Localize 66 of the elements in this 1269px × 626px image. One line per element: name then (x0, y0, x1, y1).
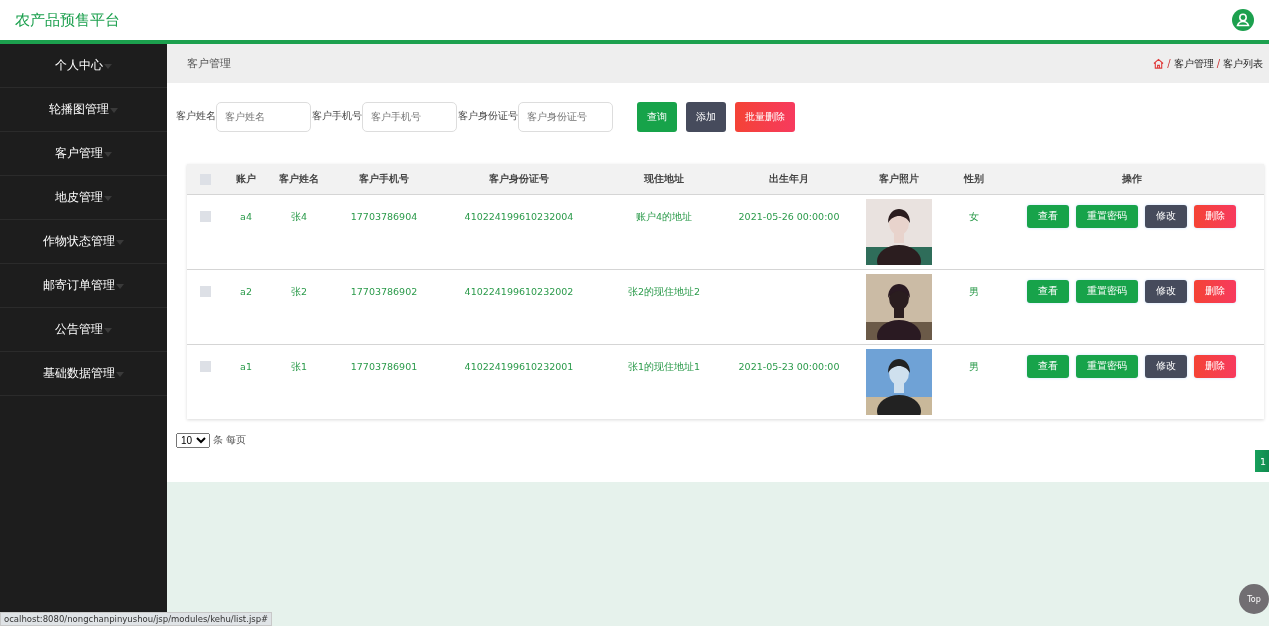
table-cell: 张4 (290, 211, 307, 224)
caret-icon (104, 152, 112, 157)
table-cell: 账户4的地址 (635, 211, 692, 224)
table-cell: 410224199610232002 (464, 286, 574, 297)
caret-icon (104, 328, 112, 333)
add-button[interactable]: 添加 (686, 101, 726, 132)
table-cell: 17703786901 (350, 361, 418, 372)
row-checkbox[interactable] (199, 286, 211, 297)
column-header: 客户照片 (879, 172, 919, 186)
delete-button[interactable]: 删除 (1194, 280, 1236, 303)
caret-icon (104, 64, 112, 69)
column-header: 账户 (236, 172, 256, 186)
row-checkbox[interactable] (199, 361, 211, 372)
search-field[interactable]: 客户手机号 (362, 101, 457, 132)
table-cell: a2 (240, 286, 252, 297)
breadcrumb-separator: / (1167, 58, 1171, 69)
edit-button[interactable]: 修改 (1145, 280, 1187, 303)
field-label: 客户身份证号 (458, 110, 518, 123)
caret-icon (116, 284, 124, 289)
page-size-label: 条 每页 (213, 434, 247, 447)
table-cell: 张2的现住地址2 (627, 286, 701, 299)
table-cell: 张2 (290, 286, 307, 299)
column-header: 客户身份证号 (489, 172, 549, 186)
delete-button[interactable]: 删除 (1194, 355, 1236, 378)
edit-button[interactable]: 修改 (1145, 355, 1187, 378)
caret-icon (116, 372, 124, 377)
column-header: 操作 (1121, 172, 1142, 186)
table-cell: a1 (240, 361, 252, 372)
table-cell: 410224199610232001 (464, 361, 574, 372)
home-icon[interactable] (1153, 58, 1165, 69)
user-icon[interactable] (1232, 9, 1254, 31)
row-checkbox[interactable] (199, 211, 211, 222)
search-field[interactable]: 客户身份证号 (518, 101, 613, 132)
table-cell: 2021-05-23 00:00:00 (738, 361, 840, 372)
table-cell: 410224199610232004 (464, 211, 574, 222)
field-label: 客户姓名 (176, 110, 216, 123)
delete-button[interactable]: 删除 (1194, 205, 1236, 228)
delete-button[interactable]: 批量删除 (735, 101, 795, 132)
table-cell: 男 (969, 286, 979, 299)
table-cell: 17703786902 (350, 286, 418, 297)
caret-icon (110, 108, 118, 113)
column-header: 客户姓名 (279, 172, 319, 186)
search-field[interactable]: 客户姓名 (216, 101, 311, 132)
status-bar: ocalhost:8080/nongchanpinyushou/jsp/modules/kehu/list.jsp# (0, 612, 273, 626)
column-header: 现住地址 (644, 172, 684, 186)
table-cell: 17703786904 (350, 211, 418, 222)
page-size-select[interactable]: 10 (176, 433, 210, 448)
table-cell: a4 (240, 211, 252, 222)
table-cell: 张1 (290, 361, 307, 374)
site-title: 农产品预售平台 (15, 10, 120, 30)
table-cell: 张1的现住地址1 (627, 361, 701, 374)
table-cell: 2021-05-26 00:00:00 (738, 211, 840, 222)
page-title: 客户管理 (187, 56, 231, 71)
caret-icon (104, 196, 112, 201)
table-cell: 女 (969, 211, 979, 224)
table-cell: 男 (969, 361, 979, 374)
column-header: 客户手机号 (359, 172, 409, 186)
column-header: 性别 (964, 172, 984, 186)
caret-icon (116, 240, 124, 245)
field-label: 客户手机号 (312, 110, 362, 123)
edit-button[interactable]: 修改 (1145, 205, 1187, 228)
breadcrumb-link[interactable]: 客户列表 (1223, 56, 1263, 71)
page-button[interactable]: 1 (1255, 450, 1269, 472)
breadcrumb-link[interactable]: 客户管理 (1173, 56, 1214, 71)
breadcrumb-separator: / (1216, 58, 1220, 69)
column-header: 出生年月 (769, 172, 809, 186)
